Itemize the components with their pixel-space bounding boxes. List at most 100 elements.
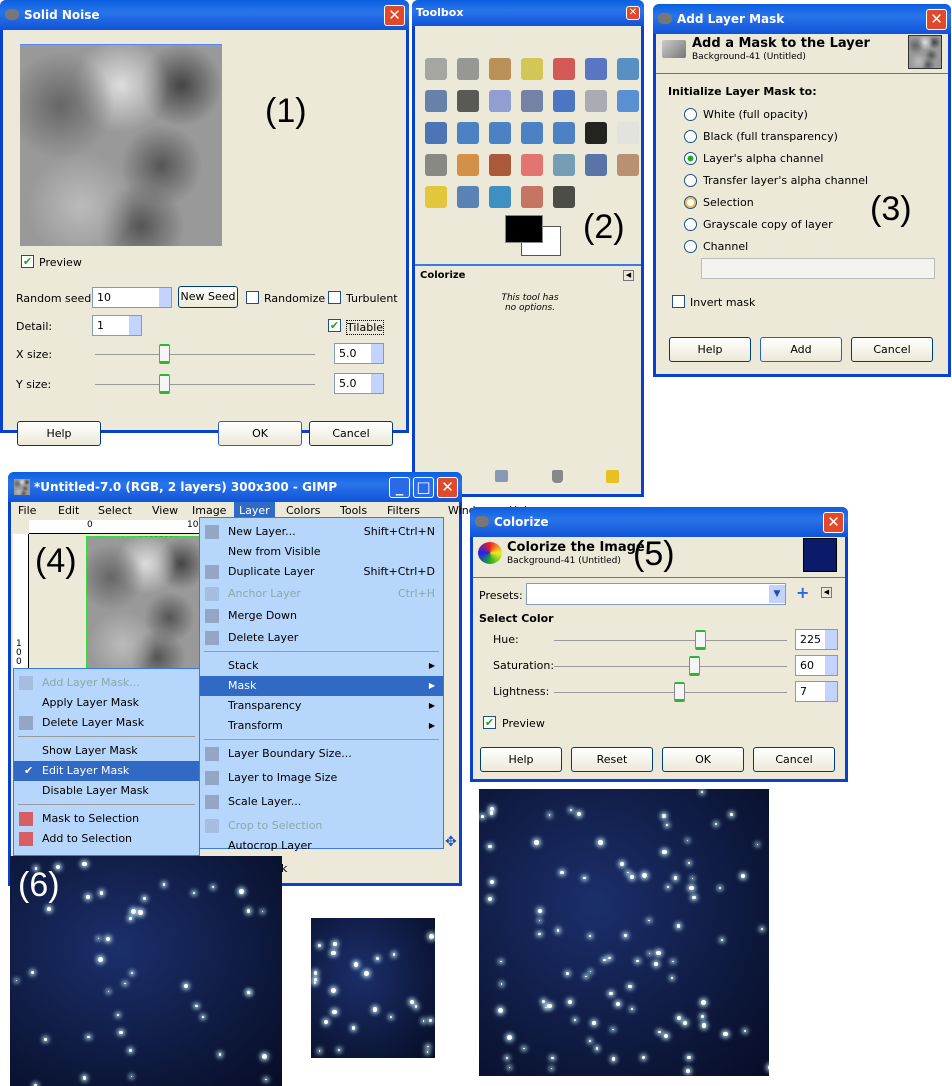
eraser-tool-icon[interactable]	[521, 154, 543, 176]
pencil-tool-icon[interactable]	[457, 154, 479, 176]
foreground-color-swatch[interactable]	[505, 215, 543, 243]
close-button[interactable]: ✕	[437, 477, 458, 498]
radio-6[interactable]	[684, 240, 697, 253]
smudge-tool-icon[interactable]	[521, 186, 543, 208]
cancel-button[interactable]: Cancel	[851, 337, 933, 362]
new-seed-button[interactable]: New Seed	[178, 286, 238, 308]
menu-item-scale-layer[interactable]: Scale Layer...	[200, 792, 443, 812]
color-picker-tool-icon[interactable]	[457, 90, 479, 112]
menu-edit[interactable]: Edit	[53, 502, 84, 520]
radio-4[interactable]	[684, 196, 697, 209]
presets-dropdown-arrow[interactable]: ▼	[769, 585, 785, 603]
menu-item-edit-layer-mask[interactable]: Edit Layer Mask ✔	[14, 761, 199, 781]
random-seed-input[interactable]: 10	[92, 287, 172, 308]
menu-item-new-from-visible[interactable]: New from Visible	[200, 542, 443, 562]
radio-1[interactable]	[684, 130, 697, 143]
ok-button[interactable]: OK	[662, 747, 744, 772]
detail-input[interactable]: 1	[92, 315, 142, 336]
presets-menu-icon[interactable]: ◀	[821, 587, 832, 598]
clone-tool-icon[interactable]	[617, 154, 639, 176]
menu-item-stack[interactable]: Stack ▶	[200, 656, 443, 676]
light-slider-thumb[interactable]	[673, 682, 685, 702]
paintbrush-tool-icon[interactable]	[489, 154, 511, 176]
radio-0[interactable]	[684, 108, 697, 121]
help-button[interactable]: Help	[480, 747, 562, 772]
cancel-button[interactable]: Cancel	[309, 421, 393, 446]
perspective-tool-icon[interactable]	[521, 122, 543, 144]
restore-options-icon[interactable]	[606, 470, 619, 483]
menu-item-mask[interactable]: Mask ▶	[200, 676, 443, 696]
tilable-checkbox[interactable]: ✔	[328, 319, 341, 332]
menu-item-merge-down[interactable]: Merge Down	[200, 606, 443, 626]
menu-item-autocrop-layer[interactable]: Autocrop Layer	[200, 836, 443, 856]
menu-item-apply-layer-mask[interactable]: Apply Layer Mask	[14, 693, 199, 713]
x-size-slider[interactable]	[95, 354, 315, 355]
ok-button[interactable]: OK	[218, 421, 302, 446]
zoom-tool-icon[interactable]	[489, 90, 511, 112]
tool-options-menu-icon[interactable]: ◀	[623, 270, 634, 281]
close-button[interactable]: ✕	[823, 512, 844, 533]
cancel-button[interactable]: Cancel	[753, 747, 835, 772]
preview-checkbox[interactable]: ✔	[483, 716, 496, 729]
color-select-tool-icon[interactable]	[553, 58, 575, 80]
measure-tool-icon[interactable]	[521, 90, 543, 112]
flip-tool-icon[interactable]	[553, 122, 575, 144]
y-size-input[interactable]: 5.0	[334, 373, 384, 394]
menu-item-show-layer-mask[interactable]: Show Layer Mask	[14, 741, 199, 761]
delete-options-icon[interactable]	[552, 470, 563, 483]
x-size-input[interactable]: 5.0	[334, 343, 384, 364]
y-size-thumb[interactable]	[159, 374, 170, 394]
menu-item-transform[interactable]: Transform ▶	[200, 716, 443, 736]
shear-tool-icon[interactable]	[489, 122, 511, 144]
x-size-thumb[interactable]	[159, 344, 170, 364]
light-slider[interactable]	[554, 692, 787, 693]
minimize-button[interactable]: _	[389, 477, 410, 498]
y-size-slider[interactable]	[95, 384, 315, 385]
dodge-burn-tool-icon[interactable]	[553, 186, 575, 208]
sat-slider-thumb[interactable]	[688, 656, 700, 676]
reset-button[interactable]: Reset	[571, 747, 653, 772]
help-button[interactable]: Help	[669, 337, 751, 362]
close-button[interactable]: ✕	[384, 5, 405, 26]
paths-tool-icon[interactable]	[425, 90, 447, 112]
menu-item-duplicate-layer[interactable]: Duplicate Layer Shift+Ctrl+D	[200, 562, 443, 582]
blur-tool-icon[interactable]	[489, 186, 511, 208]
randomize-checkbox[interactable]	[246, 291, 259, 304]
move-tool-icon[interactable]	[553, 90, 575, 112]
menu-select[interactable]: Select	[93, 502, 137, 520]
navigate-icon[interactable]: ✥	[445, 834, 457, 850]
hue-slider[interactable]	[554, 640, 787, 641]
scissors-tool-icon[interactable]	[585, 58, 607, 80]
menu-item-add-to-selection[interactable]: Add to Selection	[14, 829, 199, 849]
menu-item-layer-boundary-size[interactable]: Layer Boundary Size...	[200, 744, 443, 764]
perspective-clone-tool-icon[interactable]	[457, 186, 479, 208]
menu-item-crop-to-selection[interactable]: Crop to Selection	[200, 816, 443, 836]
bucket-fill-tool-icon[interactable]	[617, 122, 639, 144]
foreground-select-tool-icon[interactable]	[617, 58, 639, 80]
menu-item-transparency[interactable]: Transparency ▶	[200, 696, 443, 716]
menu-item-new-layer[interactable]: New Layer... Shift+Ctrl+N	[200, 522, 443, 542]
crop-tool-icon[interactable]	[617, 90, 639, 112]
airbrush-tool-icon[interactable]	[553, 154, 575, 176]
turbulent-checkbox[interactable]	[328, 291, 341, 304]
rotate-tool-icon[interactable]	[425, 122, 447, 144]
hue-input[interactable]: 225	[795, 629, 838, 650]
maximize-button[interactable]: □	[413, 477, 434, 498]
menu-item-delete-layer[interactable]: Delete Layer	[200, 628, 443, 648]
radio-3[interactable]	[684, 174, 697, 187]
radio-5[interactable]	[684, 218, 697, 231]
ink-tool-icon[interactable]	[585, 154, 607, 176]
free-select-tool-icon[interactable]	[489, 58, 511, 80]
ellipse-select-tool-icon[interactable]	[457, 58, 479, 80]
radio-2[interactable]	[684, 152, 697, 165]
add-preset-icon[interactable]: +	[796, 583, 809, 602]
menu-item-add-layer-mask[interactable]: Add Layer Mask...	[14, 673, 199, 693]
close-button[interactable]: ✕	[926, 9, 947, 30]
scale-tool-icon[interactable]	[457, 122, 479, 144]
presets-select[interactable]	[526, 583, 786, 605]
menu-file[interactable]: File	[13, 502, 41, 520]
add-button[interactable]: Add	[760, 337, 842, 362]
heal-tool-icon[interactable]	[425, 186, 447, 208]
sat-slider[interactable]	[554, 666, 787, 667]
rect-select-tool-icon[interactable]	[425, 58, 447, 80]
